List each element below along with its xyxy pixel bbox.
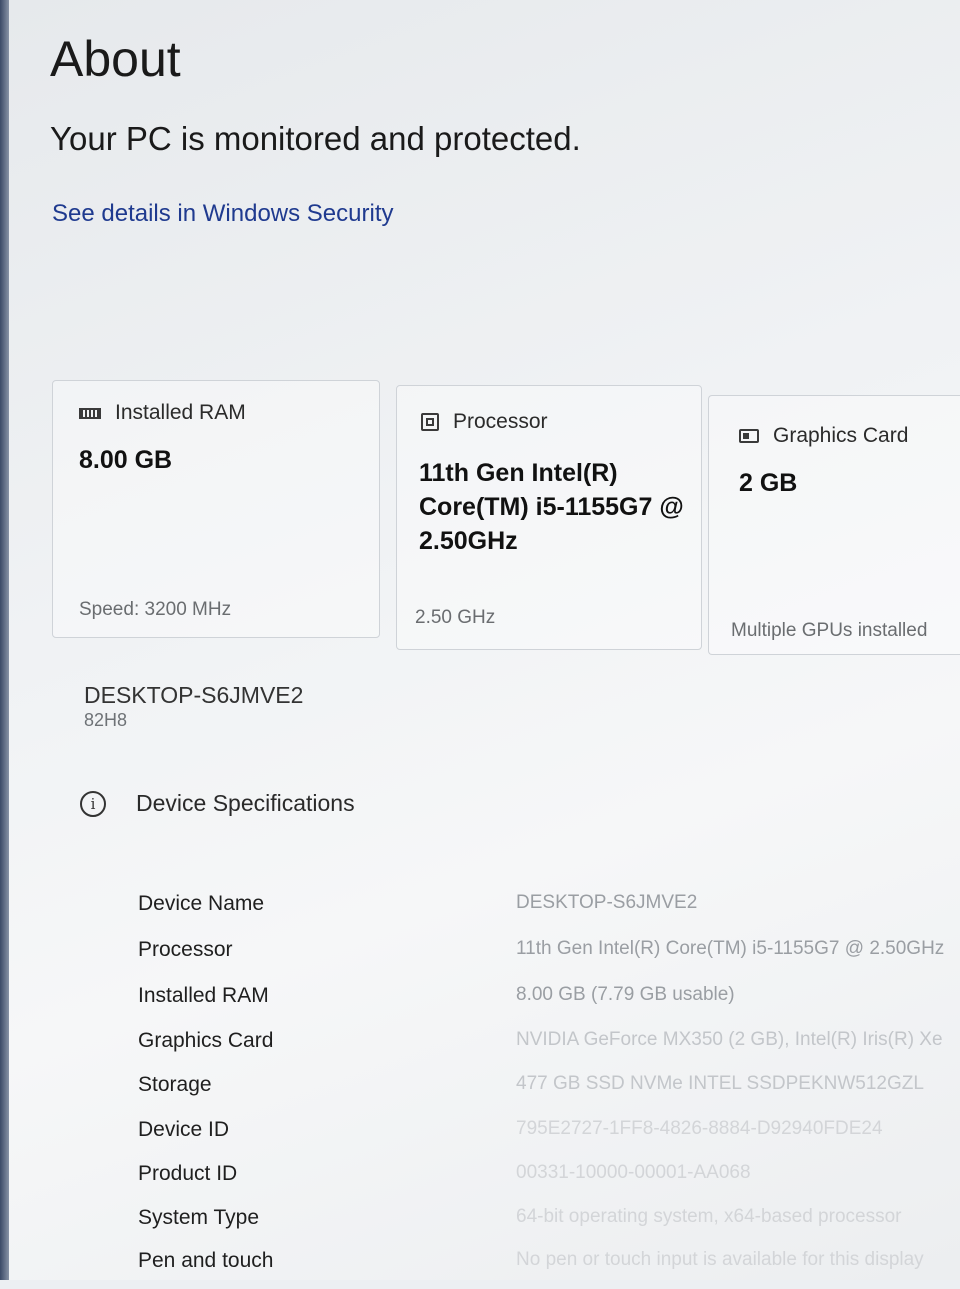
graphics-card-header: Graphics Card — [739, 424, 908, 448]
device-specifications-header[interactable]: i Device Specifications — [80, 790, 355, 817]
spec-label: Installed RAM — [138, 984, 269, 1007]
spec-label: Storage — [138, 1073, 212, 1096]
spec-value: 11th Gen Intel(R) Core(TM) i5-1155G7 @ 2… — [516, 938, 945, 959]
device-specifications-title: Device Specifications — [136, 790, 355, 816]
processor-speed: 2.50 GHz — [415, 607, 496, 628]
graphics-card-card: Graphics Card 2 GB Multiple GPUs install… — [708, 395, 960, 655]
spec-row-device-name: Device Name DESKTOP-S6JMVE2 — [0, 892, 960, 932]
spec-value: 477 GB SSD NVMe INTEL SSDPEKNW512GZL — [516, 1073, 924, 1094]
protection-status: Your PC is monitored and protected. — [50, 120, 581, 157]
spec-value: DESKTOP-S6JMVE2 — [516, 892, 698, 913]
spec-row-graphics-card: Graphics Card NVIDIA GeForce MX350 (2 GB… — [0, 1029, 960, 1069]
spec-row-installed-ram: Installed RAM 8.00 GB (7.79 GB usable) — [0, 984, 960, 1024]
page-title: About — [50, 31, 181, 87]
spec-row-product-id: Product ID 00331-10000-00001-AA068 — [0, 1162, 960, 1202]
device-name: DESKTOP-S6JMVE2 — [84, 682, 304, 708]
graphics-card-footer: Multiple GPUs installed — [731, 620, 928, 641]
spec-value: 795E2727-1FF8-4826-8884-D92940FDE24 — [516, 1118, 883, 1139]
spec-row-processor: Processor 11th Gen Intel(R) Core(TM) i5-… — [0, 938, 960, 978]
spec-label: Processor — [138, 938, 233, 961]
installed-ram-card-label: Installed RAM — [115, 401, 246, 424]
installed-ram-value: 8.00 GB — [79, 446, 173, 474]
spec-label: Graphics Card — [138, 1029, 274, 1052]
installed-ram-card: Installed RAM 8.00 GB Speed: 3200 MHz — [52, 380, 380, 638]
spec-row-device-id: Device ID 795E2727-1FF8-4826-8884-D92940… — [0, 1118, 960, 1158]
spec-label: Device ID — [138, 1118, 230, 1141]
spec-value: 64-bit operating system, x64-based proce… — [516, 1206, 902, 1227]
spec-value: NVIDIA GeForce MX350 (2 GB), Intel(R) Ir… — [516, 1029, 943, 1050]
graphics-card-label: Graphics Card — [773, 424, 909, 447]
ram-speed: Speed: 3200 MHz — [79, 599, 232, 620]
spec-row-storage: Storage 477 GB SSD NVMe INTEL SSDPEKNW51… — [0, 1073, 960, 1113]
graphics-card-icon — [739, 429, 759, 443]
spec-label: Device Name — [138, 892, 265, 915]
spec-label: System Type — [138, 1206, 259, 1229]
windows-security-link[interactable]: See details in Windows Security — [52, 200, 393, 228]
installed-ram-card-header: Installed RAM — [79, 401, 246, 425]
info-icon: i — [80, 790, 106, 817]
spec-row-system-type: System Type 64-bit operating system, x64… — [0, 1206, 960, 1246]
processor-card-header: Processor — [421, 410, 548, 434]
memory-icon — [79, 407, 101, 419]
device-model: 82H8 — [84, 710, 128, 730]
spec-label: Product ID — [138, 1162, 238, 1185]
processor-value: 11th Gen Intel(R) Core(TM) i5-1155G7 @ 2… — [419, 459, 684, 555]
settings-about-page: About Your PC is monitored and protected… — [0, 0, 960, 1280]
processor-icon — [421, 413, 439, 431]
processor-card: Processor 11th Gen Intel(R) Core(TM) i5-… — [396, 385, 702, 650]
spec-value: 00331-10000-00001-AA068 — [516, 1162, 751, 1183]
spec-value: 8.00 GB (7.79 GB usable) — [516, 984, 735, 1005]
processor-card-label: Processor — [453, 410, 548, 433]
graphics-card-value: 2 GB — [739, 469, 798, 497]
spec-value: No pen or touch input is available for t… — [516, 1249, 924, 1270]
spec-row-pen-and-touch: Pen and touch No pen or touch input is a… — [0, 1249, 960, 1289]
spec-label: Pen and touch — [138, 1249, 274, 1272]
